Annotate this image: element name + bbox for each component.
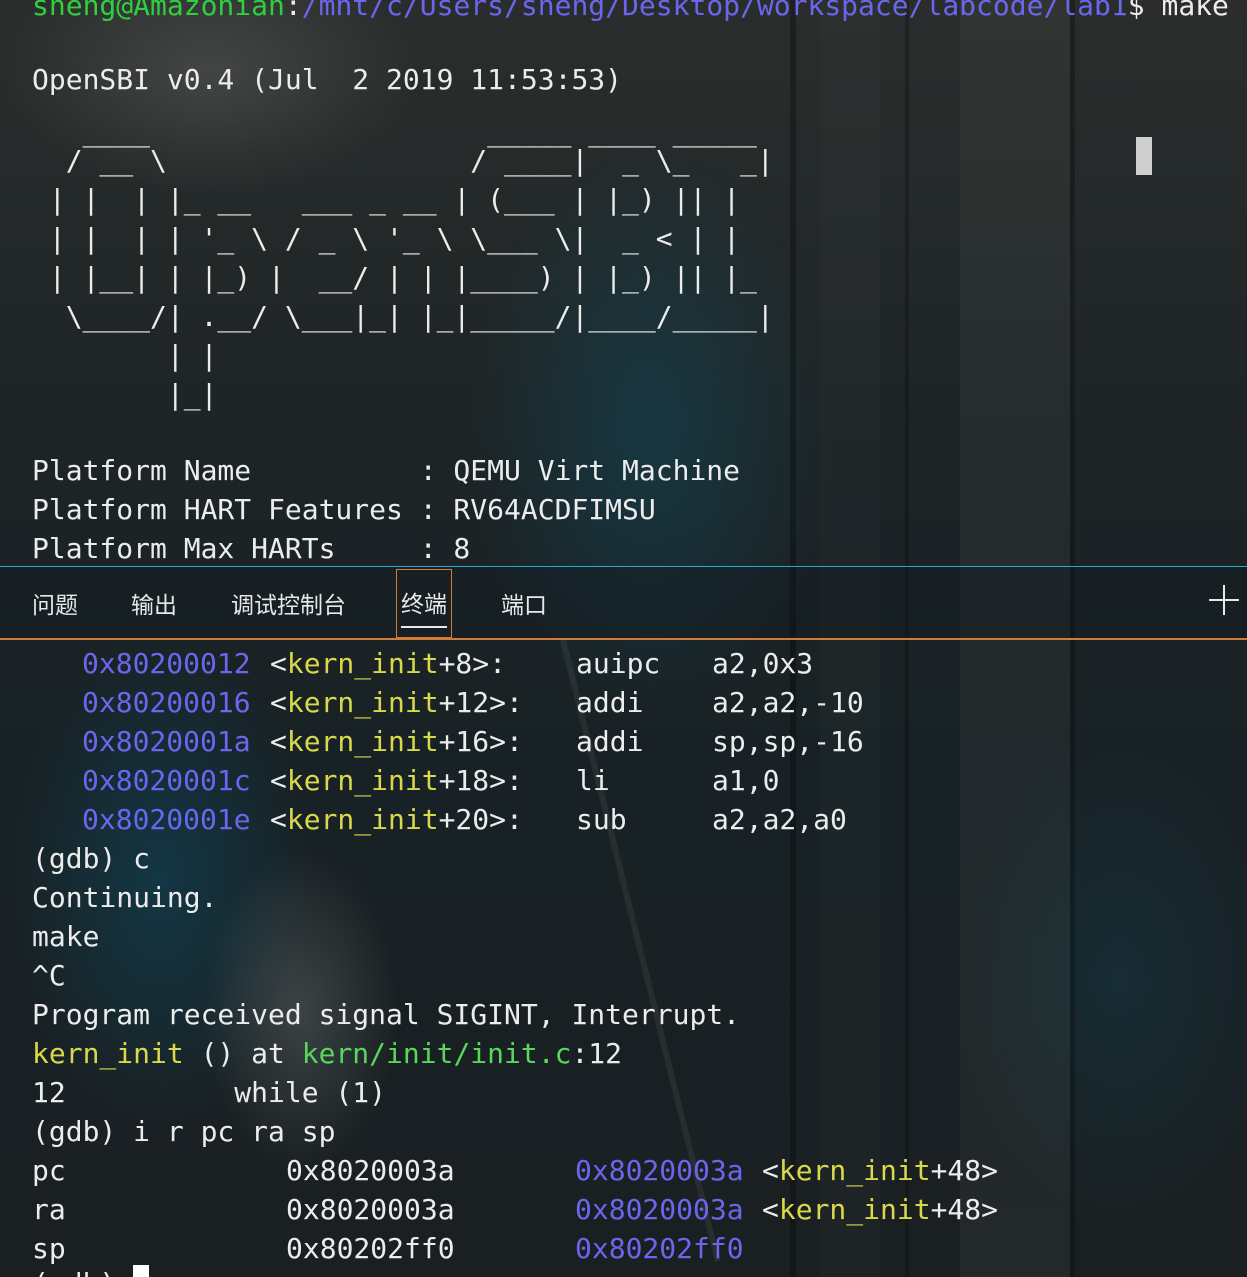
disasm-operands: sp,sp,-16 xyxy=(712,725,864,758)
disasm-offset: +20>: xyxy=(438,803,523,836)
frame-function: kern_init xyxy=(32,1037,184,1070)
info-registers-command: (gdb) i r pc ra sp xyxy=(32,1115,336,1148)
disasm-operands: a2,a2,-10 xyxy=(712,686,864,719)
disasm-symbol: <kern_init+8>: xyxy=(270,647,507,680)
tab-debug-console[interactable]: 调试控制台 xyxy=(231,567,346,638)
disasm-function: kern_init xyxy=(286,764,439,797)
disasm-address: 0x80200016 xyxy=(82,686,251,719)
terminal-cursor xyxy=(133,1265,149,1277)
register-offset: +48> xyxy=(930,1193,999,1226)
disasm-mnemonic: sub xyxy=(576,803,627,836)
register-symbol: <kern_init+48> xyxy=(762,1154,999,1187)
platform-hart-features-line: Platform HART Features : RV64ACDFIMSU xyxy=(32,493,656,526)
tab-terminal[interactable]: 终端 xyxy=(396,569,452,638)
register-name: ra xyxy=(32,1193,66,1226)
disasm-address: 0x8020001e xyxy=(82,803,251,836)
sigint-line: Program received signal SIGINT, Interrup… xyxy=(32,998,741,1031)
register-function: kern_init xyxy=(778,1193,931,1226)
disasm-symbol: <kern_init+18>: xyxy=(270,764,523,797)
logo-line: | | | | '_ \ / _ \ '_ \ \___ \| _ < | | xyxy=(32,222,741,255)
disasm-symbol: <kern_init+20>: xyxy=(270,803,523,836)
gdb-continue-command: (gdb) c xyxy=(32,842,151,875)
disasm-operands: a1,0 xyxy=(712,764,780,797)
disasm-mnemonic: li xyxy=(576,764,610,797)
disasm-mnemonic: auipc xyxy=(576,647,661,680)
disasm-address: 0x8020001c xyxy=(82,764,251,797)
disasm-offset: +12>: xyxy=(438,686,523,719)
prompt-user-host: sheng@Amazonian xyxy=(32,0,285,22)
register-name: pc xyxy=(32,1154,66,1187)
register-name: sp xyxy=(32,1232,66,1265)
new-terminal-plus-icon[interactable] xyxy=(1209,585,1239,615)
register-natural-value: 0x8020003a xyxy=(575,1154,744,1187)
register-raw-value: 0x80202ff0 xyxy=(286,1232,455,1265)
logo-line: / __ \ / ____| _ \_ _| xyxy=(32,144,774,177)
disasm-address: 0x80200012 xyxy=(82,647,251,680)
disasm-mnemonic: addi xyxy=(576,686,644,719)
register-natural-value: 0x8020003a xyxy=(575,1193,744,1226)
register-symbol: <kern_init+48> xyxy=(762,1193,999,1226)
frame-line: kern_init () at kern/init/init.c:12 xyxy=(32,1034,622,1073)
logo-line: | | xyxy=(32,339,218,372)
disasm-function: kern_init xyxy=(286,647,439,680)
logo-line: |_| xyxy=(32,378,218,411)
terminal-screen[interactable]: sheng@Amazonian:/mnt/c/Users/sheng/Deskt… xyxy=(0,0,1247,1277)
tab-problems[interactable]: 问题 xyxy=(32,567,78,638)
disasm-function: kern_init xyxy=(286,725,439,758)
register-offset: +48> xyxy=(930,1154,999,1187)
tab-output[interactable]: 输出 xyxy=(131,567,177,638)
disasm-offset: +8>: xyxy=(438,647,507,680)
frame-mid: () at xyxy=(183,1037,302,1070)
panel-tab-bar: 问题 输出 调试控制台 终端 端口 xyxy=(0,566,1247,640)
prompt-command: make xyxy=(1144,0,1229,22)
frame-line-number: :12 xyxy=(571,1037,623,1070)
platform-max-harts-line: Platform Max HARTs : 8 xyxy=(32,532,471,565)
prompt-separator: : xyxy=(284,0,302,22)
scrollbar-thumb[interactable] xyxy=(1136,137,1152,175)
disasm-function: kern_init xyxy=(286,686,439,719)
platform-name-line: Platform Name : QEMU Virt Machine xyxy=(32,454,741,487)
disasm-mnemonic: addi xyxy=(576,725,644,758)
shell-prompt-line: sheng@Amazonian:/mnt/c/Users/sheng/Deskt… xyxy=(32,0,1229,25)
logo-line: | |__| | |_) | __/ | | |____) | |_) || |… xyxy=(32,261,757,294)
disasm-operands: a2,a2,a0 xyxy=(712,803,847,836)
disasm-symbol: <kern_init+12>: xyxy=(270,686,523,719)
make-line: make xyxy=(32,920,100,953)
frame-file: kern/init/init.c xyxy=(301,1037,572,1070)
disasm-function: kern_init xyxy=(286,803,439,836)
prompt-symbol: $ xyxy=(1127,0,1145,22)
disasm-offset: +18>: xyxy=(438,764,523,797)
disasm-offset: +16>: xyxy=(438,725,523,758)
disasm-operands: a2,0x3 xyxy=(712,647,814,680)
tab-ports[interactable]: 端口 xyxy=(501,567,547,638)
register-raw-value: 0x8020003a xyxy=(286,1193,455,1226)
active-tab-underline xyxy=(401,626,447,628)
continuing-line: Continuing. xyxy=(32,881,218,914)
opensbi-version: OpenSBI v0.4 (Jul 2 2019 11:53:53) xyxy=(32,63,623,96)
source-line: 12 while (1) xyxy=(32,1076,387,1109)
tab-terminal-label: 终端 xyxy=(401,592,447,618)
gdb-prompt[interactable]: (gdb) xyxy=(32,1264,133,1277)
register-raw-value: 0x8020003a xyxy=(286,1154,455,1187)
logo-line: \____/| .__/ \___|_| |_|_____/|____/____… xyxy=(32,300,774,333)
prompt-path: /mnt/c/Users/sheng/Desktop/workspace/lab… xyxy=(301,0,1128,22)
register-function: kern_init xyxy=(778,1154,931,1187)
disasm-address: 0x8020001a xyxy=(82,725,251,758)
register-natural-value: 0x80202ff0 xyxy=(575,1232,744,1265)
logo-line: | | | |_ __ ___ _ __ | (___ | |_) || | xyxy=(32,183,741,216)
disasm-symbol: <kern_init+16>: xyxy=(270,725,523,758)
ctrl-c-line: ^C xyxy=(32,959,66,992)
